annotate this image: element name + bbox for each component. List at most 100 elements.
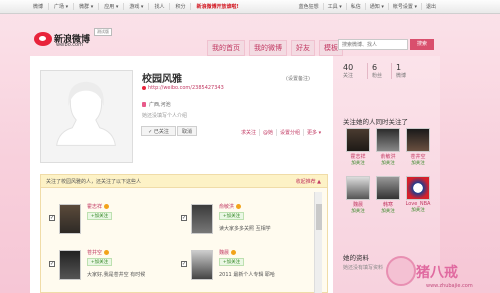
- top-nav-points[interactable]: 积分: [170, 3, 192, 10]
- top-nav-square[interactable]: 广场 ▾: [49, 3, 75, 10]
- ask-follow-link[interactable]: 求关注: [238, 129, 261, 136]
- friend-add-follow[interactable]: 加关注: [343, 208, 373, 214]
- top-nav-find-people[interactable]: 找人: [149, 3, 171, 10]
- sidebar-friend[interactable]: 俞敏洪 加关注: [373, 128, 403, 168]
- top-nav-promo[interactable]: 新浪微博开放谁啦!: [191, 3, 243, 10]
- stat-posts-count[interactable]: 1: [396, 63, 415, 72]
- recommend-checkbox[interactable]: ✓: [181, 261, 187, 267]
- followed-button[interactable]: ✓ 已关注: [141, 126, 176, 136]
- top-nav-notifications[interactable]: 通知 ▾: [366, 3, 389, 10]
- location-text: 广西,河池: [149, 102, 171, 108]
- friend-name[interactable]: 霍志祥: [343, 153, 373, 160]
- recommend-name[interactable]: 俞敏洪: [219, 203, 242, 210]
- friend-avatar[interactable]: [346, 176, 370, 200]
- friend-add-follow[interactable]: 加关注: [403, 160, 433, 166]
- search-input[interactable]: [338, 39, 408, 50]
- stat-following[interactable]: 40 关注: [343, 63, 367, 79]
- friend-add-follow[interactable]: 加关注: [373, 208, 403, 214]
- top-nav-weibo[interactable]: 微博: [28, 3, 50, 10]
- stat-fans-label[interactable]: 粉丝: [372, 72, 391, 79]
- tab-my-weibo[interactable]: 我的微博: [249, 40, 287, 56]
- stat-fans-count[interactable]: 6: [372, 63, 391, 72]
- sidebar-friend[interactable]: 苍井空 加关注: [403, 128, 433, 168]
- sidebar-friend[interactable]: 韩寒 加关注: [373, 176, 403, 216]
- top-nav-theme[interactable]: 蓝色狂想: [295, 3, 324, 10]
- default-avatar-icon: [41, 71, 132, 162]
- set-remark-link[interactable]: (设置备注): [286, 75, 310, 82]
- tab-my-home[interactable]: 我的首页: [207, 40, 245, 56]
- verified-icon: [231, 250, 237, 255]
- recommend-desc: 读大家多多关照 互相学: [219, 226, 271, 232]
- cancel-follow-button[interactable]: 取消: [177, 126, 197, 136]
- set-group-link[interactable]: 设置分组: [277, 129, 305, 136]
- tab-friends[interactable]: 好友: [291, 40, 315, 56]
- recommend-name-text[interactable]: 霍志祥: [87, 204, 102, 210]
- recommend-desc: 大家好,我是苍井空 有时候: [87, 272, 146, 278]
- top-nav-groups[interactable]: 微群 ▾: [74, 3, 100, 10]
- profile-url-text[interactable]: http://weibo.com/2385427343: [148, 85, 224, 91]
- add-follow-button[interactable]: +加关注: [219, 212, 244, 220]
- scrollbar-thumb[interactable]: [316, 204, 322, 230]
- more-menu[interactable]: 更多 ▾: [304, 129, 324, 136]
- recommend-name[interactable]: 霍志祥: [87, 203, 110, 210]
- top-nav-tools[interactable]: 工具 ▾: [324, 3, 347, 10]
- recommend-name-text[interactable]: 苍井空: [87, 250, 102, 256]
- friend-name[interactable]: 苍井空: [403, 153, 433, 160]
- recommend-avatar[interactable]: [191, 250, 213, 280]
- recommend-scrollbar[interactable]: [314, 192, 322, 293]
- stat-posts[interactable]: 1 微博: [391, 63, 415, 79]
- recommend-checkbox[interactable]: ✓: [181, 215, 187, 221]
- profile-url[interactable]: http://weibo.com/2385427343: [142, 85, 224, 91]
- top-nav-messages[interactable]: 私信: [347, 3, 366, 10]
- stat-posts-label[interactable]: 微博: [396, 72, 415, 79]
- site-watermark: 猪八戒 www.zhubajie.com: [382, 252, 492, 293]
- top-nav-apps[interactable]: 应用 ▾: [99, 3, 125, 10]
- top-nav-games[interactable]: 游戏 ▾: [124, 3, 150, 10]
- watermark-url: www.zhubajie.com: [426, 283, 473, 289]
- sidebar-friend[interactable]: 霍志祥 加关注: [343, 128, 373, 168]
- friend-avatar[interactable]: [346, 128, 370, 152]
- weibo-logo[interactable]: 新浪微博 weibo.com 测试版: [34, 28, 112, 52]
- recommend-name-text[interactable]: 魏晨: [219, 250, 229, 256]
- friend-add-follow[interactable]: 加关注: [343, 160, 373, 166]
- search-button[interactable]: 搜索: [410, 39, 434, 50]
- mention-link[interactable]: @她: [260, 129, 278, 136]
- friend-avatar[interactable]: [406, 176, 430, 200]
- recommend-name[interactable]: 苍井空: [87, 249, 110, 256]
- top-nav-logout[interactable]: 退出: [422, 3, 440, 10]
- friend-avatar[interactable]: [376, 128, 400, 152]
- recommend-name-text[interactable]: 俞敏洪: [219, 204, 234, 210]
- friend-add-follow[interactable]: 加关注: [403, 207, 433, 213]
- logo-subtext: weibo.com: [56, 42, 83, 48]
- recommend-avatar[interactable]: [191, 204, 213, 234]
- add-follow-button[interactable]: +加关注: [219, 258, 244, 266]
- friend-avatar[interactable]: [406, 128, 430, 152]
- recommend-desc: 2011 最新个人专辑 耶哈: [219, 272, 275, 278]
- recommend-avatar[interactable]: [59, 250, 81, 280]
- recommend-box: 关注了校园风雅的人，还关注了以下这些人 收起推荐 ▲ ✓ 霍志祥 +加关注 ✓ …: [40, 174, 328, 293]
- stat-following-label[interactable]: 关注: [343, 72, 367, 79]
- stat-following-count[interactable]: 40: [343, 63, 367, 72]
- recommend-checkbox[interactable]: ✓: [49, 215, 55, 221]
- weibo-eye-icon: [34, 32, 52, 46]
- recommend-checkbox[interactable]: ✓: [49, 261, 55, 267]
- friend-avatar[interactable]: [376, 176, 400, 200]
- recommend-header: 关注了校园风雅的人，还关注了以下这些人 收起推荐 ▲: [41, 175, 327, 188]
- add-follow-button[interactable]: +加关注: [87, 258, 112, 266]
- friend-name[interactable]: 韩寒: [373, 201, 403, 208]
- collapse-recommend-link[interactable]: 收起推荐 ▲: [296, 178, 321, 185]
- friend-name[interactable]: 魏晨: [343, 201, 373, 208]
- recommend-name[interactable]: 魏晨: [219, 249, 237, 256]
- add-follow-button[interactable]: +加关注: [87, 212, 112, 220]
- sidebar-friend[interactable]: 魏晨 加关注: [343, 176, 373, 216]
- avatar[interactable]: [40, 70, 133, 163]
- watermark-mascot-icon: [386, 256, 416, 286]
- her-profile-title: 她的资料: [343, 254, 369, 262]
- top-nav-account-settings[interactable]: 帐号设置 ▾: [389, 3, 422, 10]
- friend-name[interactable]: 俞敏洪: [373, 153, 403, 160]
- recommend-avatar[interactable]: [59, 204, 81, 234]
- stat-fans[interactable]: 6 粉丝: [367, 63, 391, 79]
- friend-add-follow[interactable]: 加关注: [373, 160, 403, 166]
- sidebar-friend[interactable]: Love_NBA 加关注: [403, 176, 433, 216]
- recommend-card: ✓ 俞敏洪 +加关注 读大家多多关照 互相学: [181, 201, 299, 239]
